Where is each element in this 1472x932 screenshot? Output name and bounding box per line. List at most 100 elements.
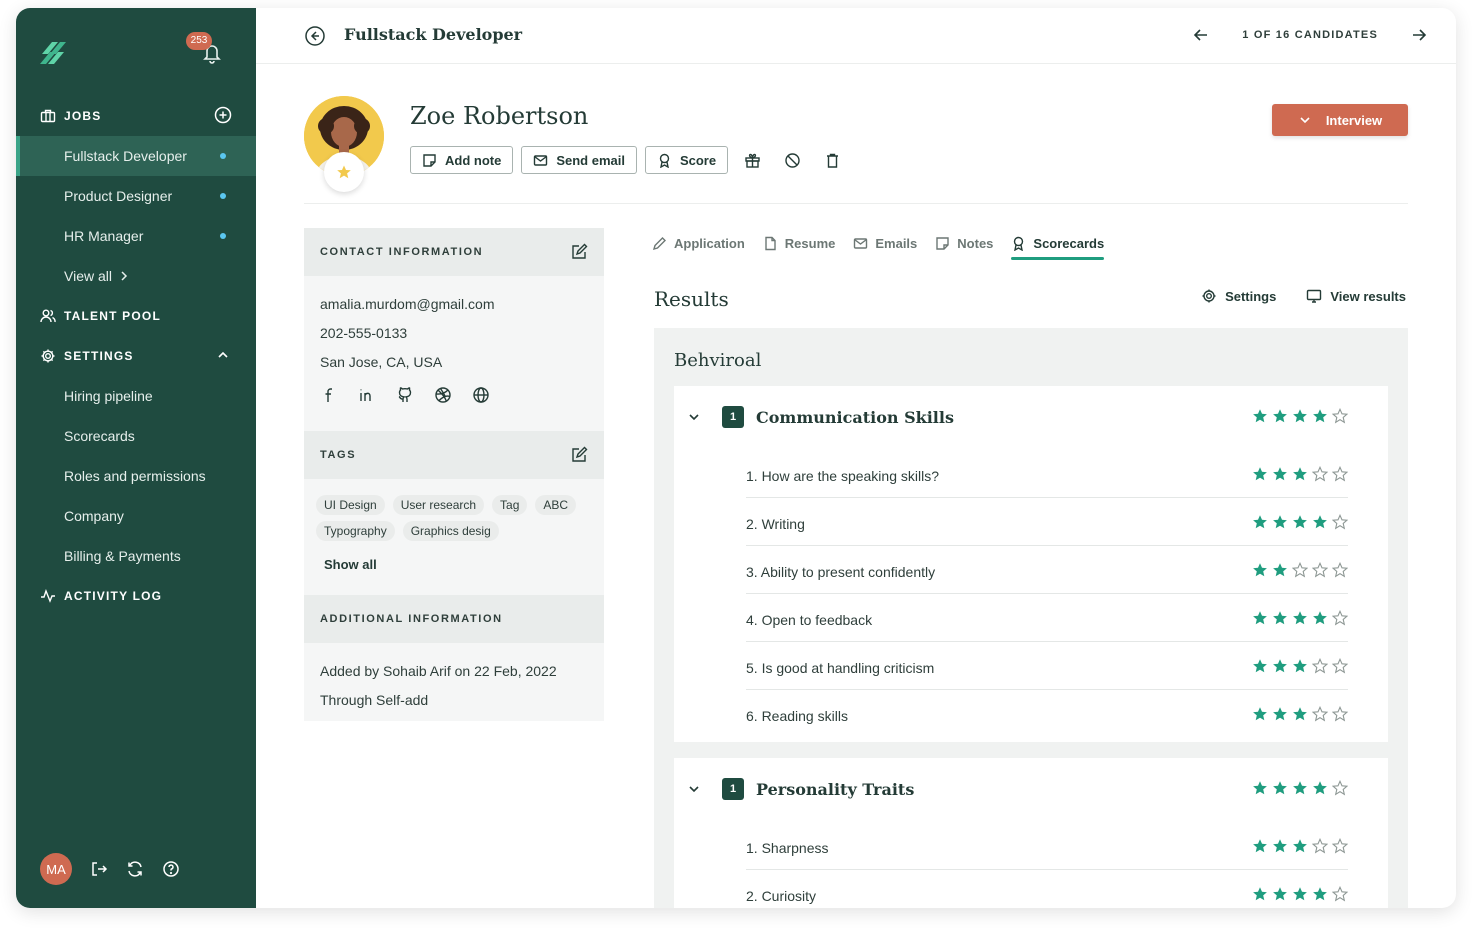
tag[interactable]: Tag (492, 495, 528, 515)
sidebar-item-hr-manager[interactable]: HR Manager (16, 216, 256, 256)
star-empty-icon (1312, 658, 1328, 674)
briefcase-icon (40, 109, 56, 123)
nav-section-jobs[interactable]: JOBS (40, 108, 101, 124)
chevron-up-icon[interactable] (216, 348, 230, 362)
star-filled-icon (1273, 515, 1287, 529)
tab-label: Application (674, 235, 745, 251)
contact-email[interactable]: amalia.murdom@gmail.com (320, 296, 494, 312)
star-filled-icon (1253, 563, 1267, 577)
sidebar-item-fullstack-developer[interactable]: Fullstack Developer (16, 136, 256, 176)
star-filled-icon (1273, 563, 1287, 577)
sidebar-item-roles-permissions[interactable]: Roles and permissions (16, 456, 256, 496)
tag[interactable]: User research (392, 495, 485, 515)
globe-icon[interactable] (472, 386, 490, 404)
notification-badge: 253 (186, 32, 212, 50)
delete-button[interactable] (816, 146, 848, 174)
view-results-button[interactable]: View results (1306, 288, 1406, 304)
chevron-down-icon[interactable] (686, 409, 702, 425)
avatar[interactable]: MA (40, 853, 72, 885)
tab-emails[interactable]: Emails (853, 226, 917, 260)
scorecard-block: 1 Communication Skills 1. How are the sp… (674, 386, 1388, 742)
refresh-icon[interactable] (126, 860, 144, 878)
tab-label: Emails (875, 235, 918, 251)
nav-section-label: SETTINGS (64, 349, 134, 363)
block-rating (1252, 780, 1348, 796)
tag[interactable]: Graphics desig (402, 521, 499, 541)
linkedin-icon[interactable] (358, 386, 376, 404)
dribbble-icon[interactable] (434, 386, 452, 404)
sidebar-item-product-designer[interactable]: Product Designer (16, 176, 256, 216)
logo-icon[interactable] (38, 36, 72, 70)
sidebar-item-view-all[interactable]: View all (16, 256, 256, 296)
star-filled-icon (1293, 611, 1307, 625)
star-empty-icon (1332, 408, 1348, 424)
star-filled-icon (1293, 409, 1307, 423)
nav-section-activity-log[interactable]: ACTIVITY LOG (40, 588, 162, 604)
block-header[interactable]: 1 Personality Traits (686, 778, 914, 800)
show-all-tags-link[interactable]: Show all (324, 557, 377, 572)
star-filled-icon (1293, 839, 1307, 853)
gear-icon (41, 349, 55, 363)
add-job-icon[interactable] (214, 106, 232, 124)
star-empty-icon (1312, 706, 1328, 722)
tag[interactable]: Typography (316, 521, 395, 541)
mail-icon (534, 154, 548, 166)
help-icon[interactable] (162, 860, 180, 878)
button-label: Score (679, 152, 717, 168)
social-links (320, 386, 490, 404)
tag[interactable]: ABC (535, 495, 577, 515)
star-empty-icon (1332, 886, 1348, 902)
question-text: 6. Reading skills (746, 708, 848, 724)
favorite-button[interactable] (324, 152, 364, 192)
question-rating (1252, 838, 1348, 854)
tag[interactable]: UI Design (316, 495, 385, 515)
tab-application[interactable]: Application (652, 226, 745, 260)
nav-section-label: TALENT POOL (64, 309, 161, 323)
button-label: Send email (556, 152, 625, 168)
github-icon[interactable] (396, 386, 414, 404)
question-text: 4. Open to feedback (746, 612, 873, 628)
sidebar-item-hiring-pipeline[interactable]: Hiring pipeline (16, 376, 256, 416)
question-row: 3. Ability to present confidently (746, 546, 1348, 594)
card-title: CONTACT INFORMATION (320, 246, 484, 258)
stage-dropdown-button[interactable]: Interview (1272, 104, 1408, 136)
additional-card-header: ADDITIONAL INFORMATION (304, 595, 604, 643)
sidebar-item-label: Product Designer (64, 188, 173, 204)
pencil-icon (652, 236, 666, 250)
arrow-left-icon[interactable] (1192, 26, 1210, 44)
arrow-right-icon[interactable] (1410, 26, 1428, 44)
gift-icon (744, 153, 760, 168)
send-email-button[interactable]: Send email (521, 146, 637, 174)
tab-label: Notes (957, 235, 994, 251)
sidebar-item-billing-payments[interactable]: Billing & Payments (16, 536, 256, 576)
chevron-down-icon[interactable] (686, 781, 702, 797)
star-empty-icon (1292, 562, 1308, 578)
trash-icon (826, 153, 838, 168)
add-note-button[interactable]: Add note (410, 146, 514, 174)
nav-section-settings[interactable]: SETTINGS (40, 348, 134, 364)
star-filled-icon (1273, 659, 1287, 673)
back-icon[interactable] (304, 25, 326, 47)
results-settings-button[interactable]: Settings (1201, 288, 1276, 304)
tab-scorecards[interactable]: Scorecards (1011, 226, 1104, 260)
nav-section-talent-pool[interactable]: TALENT POOL (40, 308, 161, 324)
score-button[interactable]: Score (644, 146, 729, 174)
block-header[interactable]: 1 Communication Skills (686, 406, 954, 428)
block-button[interactable] (776, 146, 808, 174)
sidebar-item-label: Fullstack Developer (64, 148, 187, 164)
star-filled-icon (1273, 707, 1287, 721)
block-number: 1 (722, 778, 744, 800)
star-filled-icon (1273, 839, 1287, 853)
sidebar-item-company[interactable]: Company (16, 496, 256, 536)
edit-icon[interactable] (570, 243, 588, 261)
star-filled-icon (1293, 515, 1307, 529)
gift-button[interactable] (736, 146, 768, 174)
facebook-icon[interactable] (320, 386, 338, 404)
question-rating (1252, 514, 1348, 530)
edit-icon[interactable] (570, 446, 588, 464)
sidebar-item-scorecards[interactable]: Scorecards (16, 416, 256, 456)
logout-icon[interactable] (90, 860, 108, 878)
tab-resume[interactable]: Resume (763, 226, 835, 260)
note-icon (936, 236, 949, 250)
tab-notes[interactable]: Notes (935, 226, 993, 260)
